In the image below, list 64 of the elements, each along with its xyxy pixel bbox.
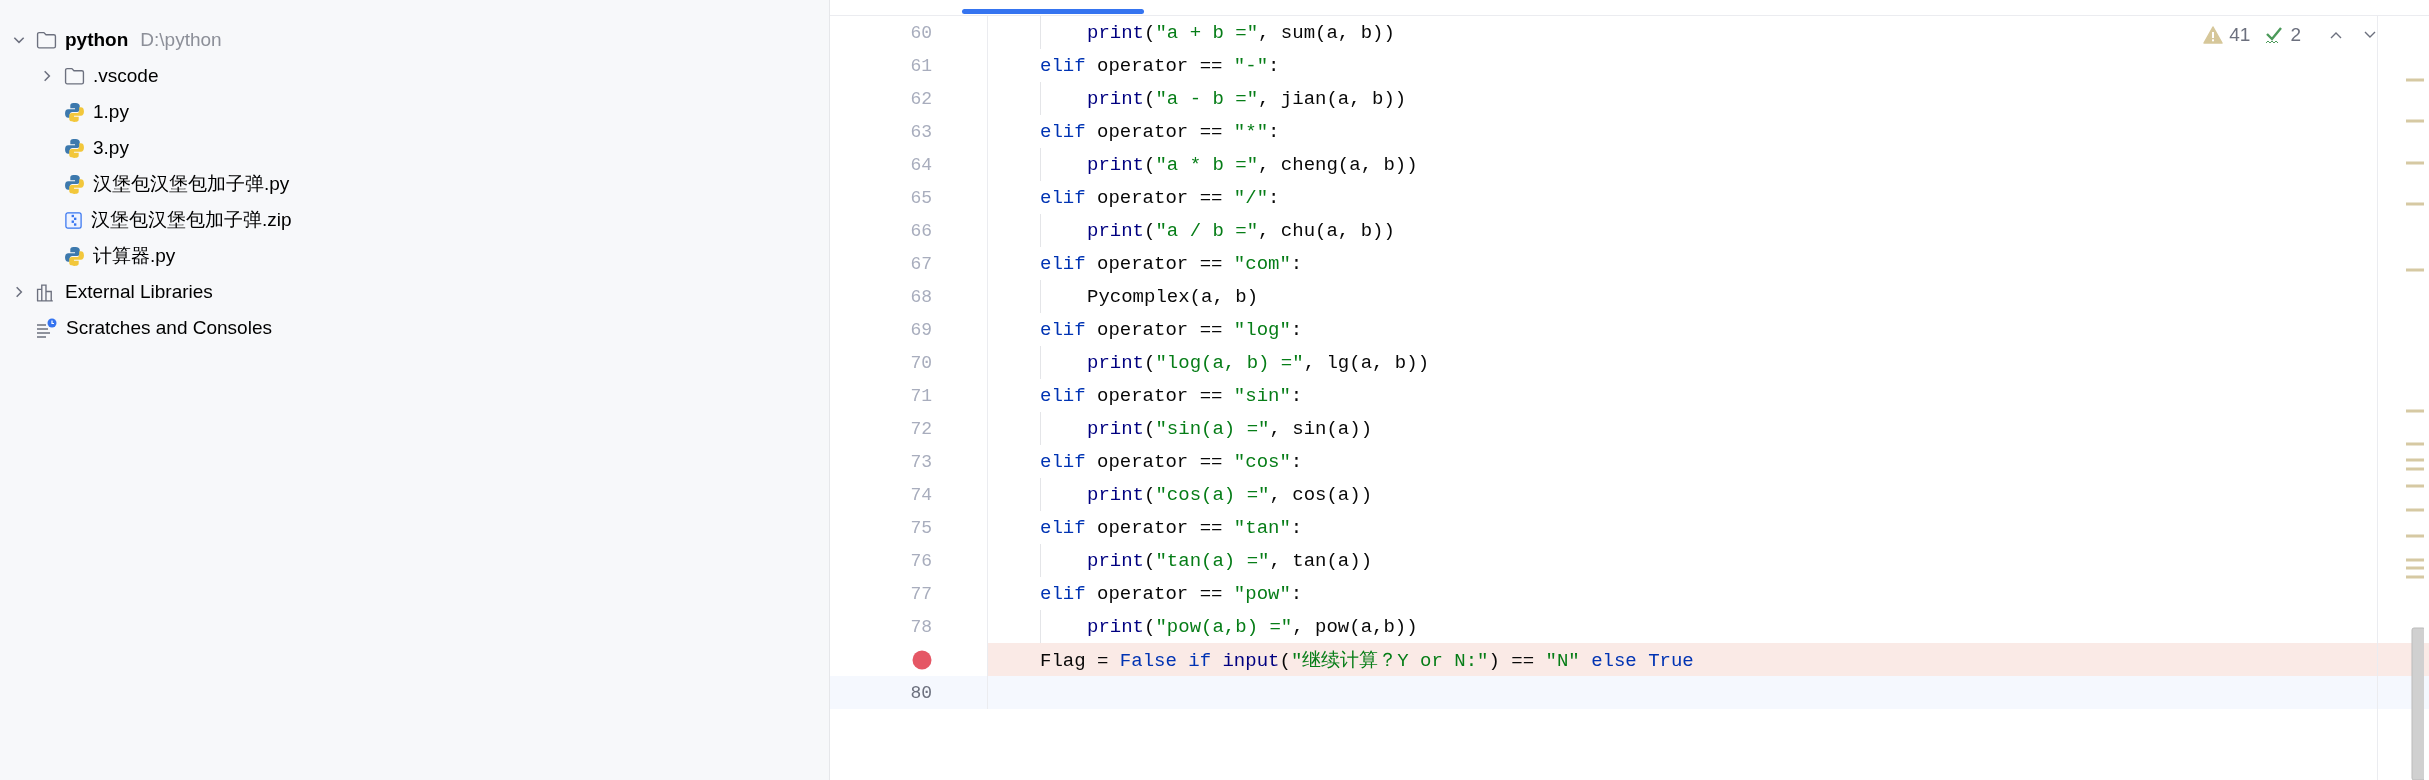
code-line: elif operator == "sin": <box>1040 384 1303 407</box>
line-number: 73 <box>910 451 932 472</box>
tree-item[interactable]: .vscode <box>93 65 159 87</box>
line-number: 74 <box>910 484 932 505</box>
code-line: print("a + b =", sum(a, b)) <box>1087 21 1395 44</box>
code-line: elif operator == "*": <box>1040 120 1280 143</box>
code-line: print("pow(a,b) =", pow(a,b)) <box>1087 615 1418 638</box>
line-number: 65 <box>910 187 932 208</box>
line-number: 80 <box>910 682 932 703</box>
archive-file-icon <box>64 210 83 230</box>
scratches-icon <box>36 318 58 338</box>
code-line: elif operator == "pow": <box>1040 582 1303 605</box>
line-number: 61 <box>910 55 932 76</box>
breakpoint-icon[interactable] <box>912 649 932 670</box>
tree-item[interactable]: 汉堡包汉堡包加子弹.zip <box>91 207 292 233</box>
code-line: print("a * b =", cheng(a, b)) <box>1087 153 1418 176</box>
code-line: elif operator == "-": <box>1040 54 1280 77</box>
line-number: 60 <box>910 22 932 43</box>
python-file-icon <box>64 101 85 123</box>
chevron-up-icon[interactable] <box>2329 30 2343 40</box>
folder-icon <box>36 30 57 50</box>
code-line: print("a / b =", chu(a, b)) <box>1087 219 1395 242</box>
typo-count: 2 <box>2290 24 2301 46</box>
line-number: 67 <box>910 253 932 274</box>
code-line: Flag = False if input("继续计算？Y or N:") == "N" else True <box>1040 648 1694 673</box>
tree-item[interactable]: Scratches and Consoles <box>66 317 272 339</box>
code-line: elif operator == "cos": <box>1040 450 1303 473</box>
chevron-down-icon[interactable] <box>2363 30 2377 40</box>
code-line: elif operator == "tan": <box>1040 516 1303 539</box>
python-file-icon <box>64 137 85 159</box>
line-number: 75 <box>910 517 932 538</box>
line-number: 72 <box>910 418 932 439</box>
warning-count: 41 <box>2229 24 2251 46</box>
line-number: 62 <box>910 88 932 109</box>
tree-item[interactable]: 汉堡包汉堡包加子弹.py <box>93 171 290 197</box>
line-number: 68 <box>910 286 932 307</box>
folder-icon <box>64 66 85 86</box>
code-line: print("cos(a) =", cos(a)) <box>1087 483 1373 506</box>
line-number: 64 <box>910 154 932 175</box>
tree-item[interactable]: 计算器.py <box>93 243 176 269</box>
code-line: elif operator == "log": <box>1040 318 1303 341</box>
check-icon[interactable] <box>2264 25 2285 45</box>
code-line: Pycomplex(a, b) <box>1087 285 1259 308</box>
code-line: print("log(a, b) =", lg(a, b)) <box>1087 351 1430 374</box>
tree-item[interactable]: 1.py <box>93 101 129 123</box>
line-number: 63 <box>910 121 932 142</box>
tree-item[interactable]: python <box>65 29 129 51</box>
line-number: 71 <box>910 385 932 406</box>
python-file-icon <box>64 173 85 195</box>
code-line: elif operator == "com": <box>1040 252 1303 275</box>
tree-item[interactable]: External Libraries <box>65 281 213 303</box>
code-line: print("sin(a) =", sin(a)) <box>1087 417 1373 440</box>
project-path: D:\python <box>140 29 222 51</box>
code-line: print("a - b =", jian(a, b)) <box>1087 87 1407 110</box>
line-number: 77 <box>910 583 932 604</box>
code-line: elif operator == "/": <box>1040 186 1280 209</box>
line-number: 69 <box>910 319 932 340</box>
code-line: print("tan(a) =", tan(a)) <box>1087 549 1373 572</box>
python-file-icon <box>64 245 85 267</box>
line-number: 78 <box>910 616 932 637</box>
line-number: 76 <box>910 550 932 571</box>
line-number: 66 <box>910 220 932 241</box>
line-number: 70 <box>910 352 932 373</box>
tree-item[interactable]: 3.py <box>93 137 129 159</box>
